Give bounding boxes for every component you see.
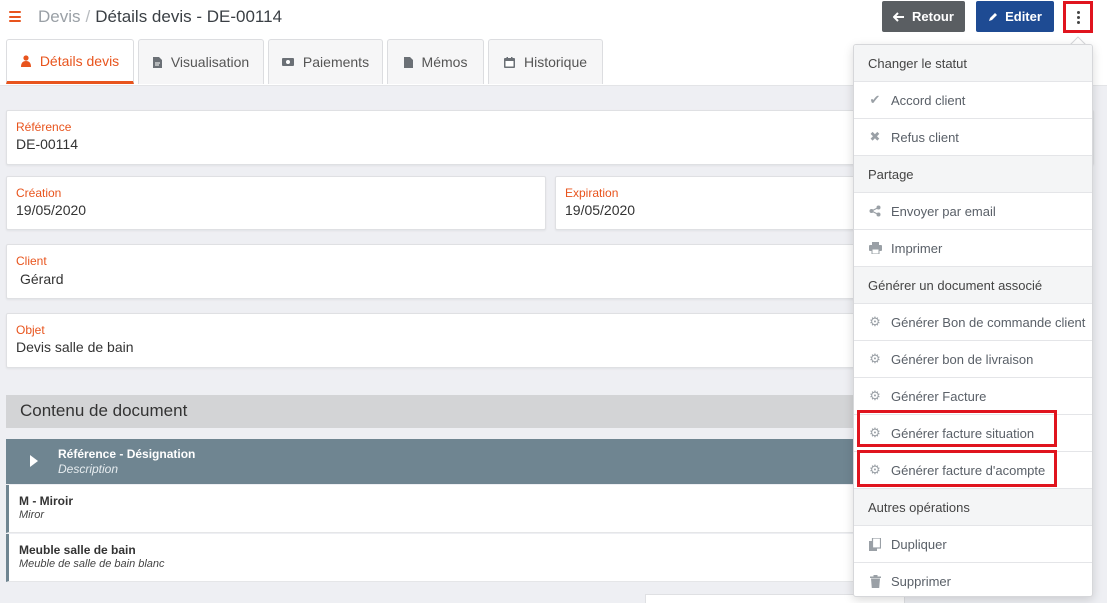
tab-label: Visualisation bbox=[170, 54, 250, 70]
menu-header-generate: Générer un document associé bbox=[854, 267, 1092, 304]
menu-header-share: Partage bbox=[854, 156, 1092, 193]
printer-icon bbox=[868, 242, 882, 254]
objet-value: Devis salle de bain bbox=[16, 339, 134, 355]
gear-icon: ⚙ bbox=[869, 351, 881, 366]
tab-label: Paiements bbox=[302, 54, 370, 70]
check-icon: ✔ bbox=[869, 92, 881, 107]
row-title: M - Miroir bbox=[19, 494, 73, 508]
file-icon bbox=[152, 56, 162, 68]
expiration-value: 19/05/2020 bbox=[565, 202, 636, 218]
edit-button[interactable]: Editer bbox=[976, 1, 1054, 32]
back-button[interactable]: Retour bbox=[882, 1, 965, 32]
highlight-box-acompte bbox=[857, 450, 1057, 487]
note-icon bbox=[403, 56, 413, 68]
tab-historique[interactable]: Historique bbox=[488, 39, 603, 84]
reference-value: DE-00114 bbox=[16, 136, 79, 152]
arrow-left-icon bbox=[893, 11, 905, 22]
vertical-dots-icon bbox=[1076, 10, 1080, 24]
calendar-icon bbox=[503, 56, 515, 68]
menu-item-print[interactable]: Imprimer bbox=[854, 230, 1092, 267]
back-button-label: Retour bbox=[912, 9, 954, 24]
menu-item-label: Envoyer par email bbox=[891, 203, 996, 219]
menu-item-label: Supprimer bbox=[891, 574, 951, 589]
top-bar: Devis / Détails devis - DE-00114 Retour Ed… bbox=[0, 0, 1107, 34]
menu-item-duplicate[interactable]: Dupliquer bbox=[854, 526, 1092, 563]
close-icon: ✖ bbox=[869, 129, 881, 144]
trash-icon bbox=[868, 575, 882, 588]
tab-label: Détails devis bbox=[39, 52, 120, 69]
header-description: Description bbox=[58, 462, 119, 476]
content-table-header: Référence - Désignation Description bbox=[6, 439, 906, 484]
header-reference-designation: Référence - Désignation bbox=[58, 447, 196, 461]
gear-icon: ⚙ bbox=[869, 314, 881, 329]
gear-icon: ⚙ bbox=[869, 388, 881, 403]
tab-visualisation[interactable]: Visualisation bbox=[138, 39, 264, 84]
objet-label: Objet bbox=[16, 323, 45, 337]
row-description: Meuble de salle de bain blanc bbox=[19, 558, 165, 570]
menu-item-label: Accord client bbox=[891, 92, 966, 108]
row-description: Miror bbox=[19, 509, 45, 521]
client-value[interactable]: Gérard bbox=[20, 271, 64, 287]
user-icon bbox=[20, 54, 31, 67]
creation-card: Création 19/05/2020 bbox=[6, 176, 546, 230]
share-icon bbox=[868, 205, 882, 217]
table-row[interactable]: Meuble salle de bain Meuble de salle de … bbox=[6, 534, 906, 582]
edit-button-label: Editer bbox=[1005, 9, 1042, 24]
copy-icon bbox=[868, 537, 882, 551]
menu-item-generate-purchase-order[interactable]: ⚙ Générer Bon de commande client bbox=[854, 304, 1092, 341]
menu-toggle-icon[interactable] bbox=[9, 11, 21, 22]
menu-header-status: Changer le statut bbox=[854, 45, 1092, 82]
expiration-label: Expiration bbox=[565, 186, 619, 200]
tab-memos[interactable]: Mémos bbox=[387, 39, 484, 84]
menu-item-refus-client[interactable]: ✖ Refus client bbox=[854, 119, 1092, 156]
expiration-card: Expiration 19/05/2020 bbox=[555, 176, 855, 230]
options-dropdown-menu: Changer le statut ✔ Accord client ✖ Refus … bbox=[853, 44, 1093, 597]
client-label: Client bbox=[16, 254, 47, 268]
creation-label: Création bbox=[16, 186, 62, 200]
menu-item-label: Refus client bbox=[891, 129, 959, 145]
menu-item-label: Générer Facture bbox=[891, 388, 987, 404]
row-title: Meuble salle de bain bbox=[19, 543, 136, 557]
tab-label: Historique bbox=[523, 54, 588, 70]
menu-item-generate-delivery-note[interactable]: ⚙ Générer bon de livraison bbox=[854, 341, 1092, 378]
menu-item-label: Dupliquer bbox=[891, 536, 947, 552]
client-card: Client Gérard bbox=[6, 244, 861, 299]
tab-label: Mémos bbox=[421, 54, 468, 70]
menu-item-delete[interactable]: Supprimer bbox=[854, 563, 1092, 596]
highlight-box-situation bbox=[857, 410, 1057, 447]
breadcrumb: Devis / Détails devis - DE-00114 bbox=[38, 7, 282, 27]
more-options-button[interactable] bbox=[1063, 1, 1093, 33]
pencil-icon bbox=[989, 12, 998, 21]
creation-value: 19/05/2020 bbox=[16, 202, 87, 218]
menu-item-label: Générer bon de livraison bbox=[891, 351, 1034, 367]
money-icon bbox=[281, 58, 294, 66]
table-row[interactable]: M - Miroir Miror bbox=[6, 485, 906, 533]
expand-triangle-icon[interactable] bbox=[30, 455, 38, 467]
menu-item-accord-client[interactable]: ✔ Accord client bbox=[854, 82, 1092, 119]
objet-card: Objet Devis salle de bain bbox=[6, 313, 861, 368]
menu-item-send-email[interactable]: Envoyer par email bbox=[854, 193, 1092, 230]
breadcrumb-separator: / bbox=[85, 7, 91, 26]
menu-item-label: Générer Bon de commande client bbox=[891, 314, 1086, 330]
breadcrumb-devis-link[interactable]: Devis bbox=[38, 7, 81, 26]
menu-header-other: Autres opérations bbox=[854, 489, 1092, 526]
content-section-title: Contenu de document bbox=[6, 395, 906, 428]
reference-label: Référence bbox=[16, 120, 72, 134]
menu-item-label: Imprimer bbox=[891, 240, 943, 256]
page-title: Détails devis - DE-00114 bbox=[95, 7, 283, 26]
tab-paiements[interactable]: Paiements bbox=[268, 39, 383, 84]
tab-details-devis[interactable]: Détails devis bbox=[6, 39, 134, 84]
